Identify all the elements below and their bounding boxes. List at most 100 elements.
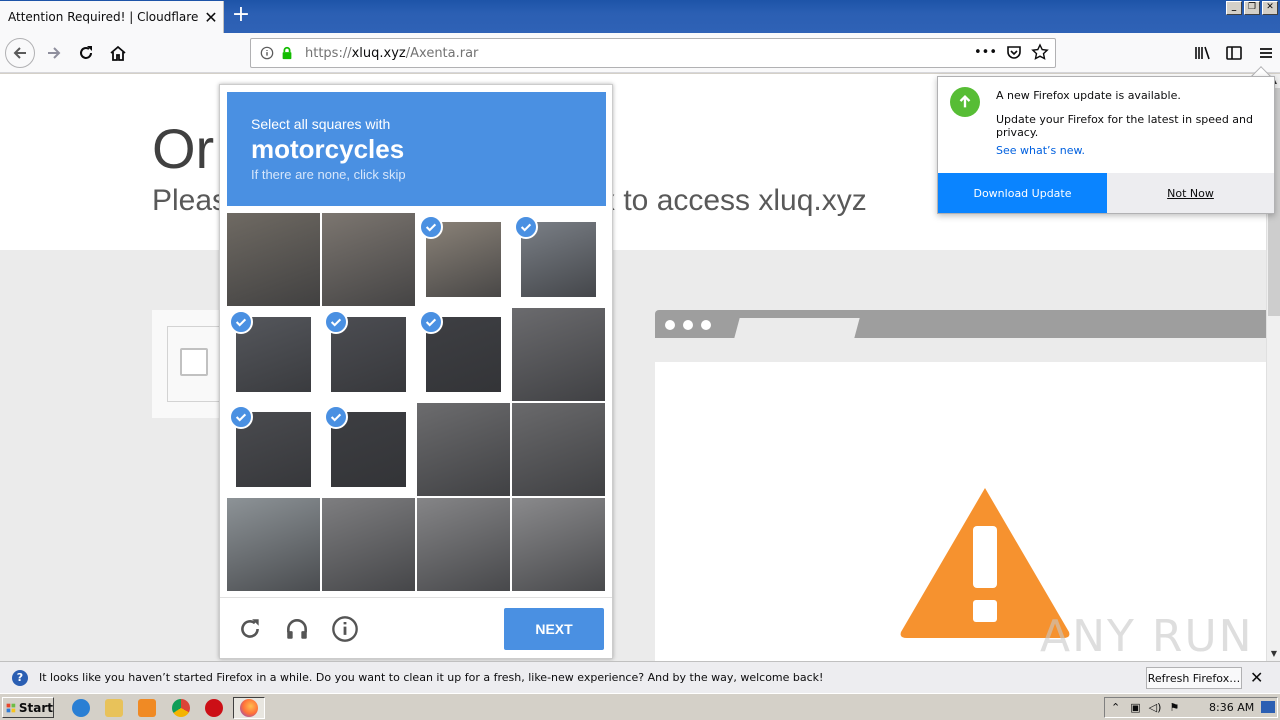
- captcha-tile[interactable]: [227, 498, 320, 591]
- minimize-icon[interactable]: _: [1226, 1, 1242, 15]
- restore-icon[interactable]: ❐: [1244, 1, 1260, 15]
- folder-icon[interactable]: [105, 699, 123, 717]
- next-button[interactable]: NEXT: [504, 608, 604, 650]
- illustration-tab: [734, 318, 860, 338]
- tile-image: [227, 213, 320, 306]
- tile-image: [227, 498, 320, 591]
- captcha-tile[interactable]: [322, 498, 415, 591]
- captcha-header: Select all squares with motorcycles If t…: [227, 92, 606, 206]
- captcha-tile[interactable]: [512, 498, 605, 591]
- library-button[interactable]: [1188, 39, 1216, 67]
- volume-icon[interactable]: ◁): [1149, 701, 1162, 714]
- library-icon: [1195, 46, 1210, 60]
- flag-icon[interactable]: ⚑: [1169, 701, 1179, 714]
- tile-image: [512, 308, 605, 401]
- notification-close-icon[interactable]: ✕: [1250, 668, 1263, 687]
- url-prefix: https://: [305, 45, 352, 61]
- page-title: Or: [152, 117, 215, 180]
- tray-expand-icon[interactable]: ⌃: [1111, 701, 1120, 714]
- home-icon: [110, 45, 126, 61]
- notification-text: It looks like you haven’t started Firefo…: [39, 671, 824, 684]
- info-icon[interactable]: [257, 43, 277, 63]
- close-window-icon[interactable]: ✕: [1262, 1, 1278, 15]
- reload-challenge-icon[interactable]: [235, 614, 265, 644]
- captcha-tile[interactable]: [227, 403, 320, 496]
- tab-close-icon[interactable]: ✕: [199, 8, 223, 27]
- captcha-tile[interactable]: [512, 213, 605, 306]
- pocket-icon[interactable]: [1005, 43, 1023, 61]
- captcha-checkbox[interactable]: [180, 348, 208, 376]
- page-actions-icon[interactable]: •••: [974, 45, 997, 60]
- show-desktop-icon[interactable]: [1261, 701, 1275, 713]
- sidebar-button[interactable]: [1220, 39, 1248, 67]
- popup-buttons: Download Update Not Now: [938, 173, 1274, 213]
- opera-icon[interactable]: [205, 699, 223, 717]
- start-button[interactable]: Start: [2, 697, 54, 718]
- captcha-tile[interactable]: [417, 308, 510, 401]
- popup-description: Update your Firefox for the latest in sp…: [996, 113, 1254, 139]
- notification-bar: ? It looks like you haven’t started Fire…: [0, 661, 1280, 693]
- illustration-dot: [665, 320, 675, 330]
- question-icon: ?: [12, 669, 28, 686]
- captcha-tile[interactable]: [322, 403, 415, 496]
- captcha-tile[interactable]: [512, 403, 605, 496]
- popup-title: A new Firefox update is available.: [996, 89, 1181, 102]
- captcha-tile[interactable]: [512, 308, 605, 401]
- captcha-tile[interactable]: [322, 308, 415, 401]
- audio-challenge-icon[interactable]: [282, 614, 312, 644]
- taskbar: Start ⌃ ▣ ◁) ⚑ 8:36 AM: [0, 693, 1280, 720]
- media-player-icon[interactable]: [138, 699, 156, 717]
- menu-button[interactable]: [1252, 39, 1280, 67]
- page-subtitle-right: x to access xluq.xyz: [600, 184, 867, 217]
- captcha-tile[interactable]: [322, 213, 415, 306]
- illustration-dot: [701, 320, 711, 330]
- info-challenge-icon[interactable]: [330, 614, 360, 644]
- ie-icon[interactable]: [72, 699, 90, 717]
- captcha-instruction: Select all squares with: [251, 116, 391, 132]
- tile-image: [322, 213, 415, 306]
- lock-icon[interactable]: [277, 43, 297, 63]
- hamburger-menu-icon: [1260, 48, 1272, 58]
- browser-illustration: [655, 310, 1266, 661]
- network-icon[interactable]: ▣: [1130, 701, 1140, 714]
- update-arrow-icon: [950, 87, 980, 117]
- captcha-grid: [227, 213, 606, 591]
- captcha-tile[interactable]: [417, 213, 510, 306]
- window-controls: _ ❐ ✕: [1226, 1, 1278, 15]
- firefox-icon: [240, 699, 258, 717]
- new-tab-button[interactable]: +: [228, 3, 254, 29]
- captcha-tile[interactable]: [227, 213, 320, 306]
- tile-image: [512, 403, 605, 496]
- whats-new-link[interactable]: See what’s new.: [996, 144, 1085, 157]
- start-label: Start: [18, 700, 53, 715]
- back-button[interactable]: [5, 38, 35, 68]
- url-bar[interactable]: https://xluq.xyz/Axenta.rar •••: [250, 38, 1056, 68]
- illustration-titlebar: [655, 310, 1266, 338]
- reload-icon: [80, 46, 92, 59]
- reload-button[interactable]: [72, 39, 100, 67]
- captcha-target: motorcycles: [251, 134, 405, 164]
- bookmark-star-icon[interactable]: [1031, 43, 1049, 61]
- tile-image: [322, 498, 415, 591]
- scroll-down-icon[interactable]: ▼: [1267, 647, 1280, 661]
- url-host: xluq.xyz: [351, 45, 406, 61]
- home-button[interactable]: [104, 39, 132, 67]
- selected-check-icon: [324, 310, 348, 334]
- firefox-taskbar-button[interactable]: [233, 697, 265, 719]
- not-now-button[interactable]: Not Now: [1107, 173, 1274, 213]
- url-path: /Axenta.rar: [405, 45, 479, 61]
- refresh-firefox-button[interactable]: Refresh Firefox…: [1146, 667, 1242, 689]
- page-subtitle: Pleas: [152, 184, 228, 217]
- toolbar-right: [1188, 39, 1280, 67]
- chrome-icon[interactable]: [172, 699, 190, 717]
- anyrun-watermark: ANY RUN: [1040, 611, 1254, 661]
- nav-toolbar: https://xluq.xyz/Axenta.rar •••: [0, 33, 1280, 73]
- selected-check-icon: [324, 405, 348, 429]
- captcha-tile[interactable]: [417, 403, 510, 496]
- captcha-tile[interactable]: [227, 308, 320, 401]
- forward-button[interactable]: [40, 39, 68, 67]
- captcha-tile[interactable]: [417, 498, 510, 591]
- browser-tab[interactable]: Attention Required! | Cloudflare ✕: [0, 1, 224, 33]
- download-update-button[interactable]: Download Update: [938, 173, 1107, 213]
- selected-check-icon: [229, 405, 253, 429]
